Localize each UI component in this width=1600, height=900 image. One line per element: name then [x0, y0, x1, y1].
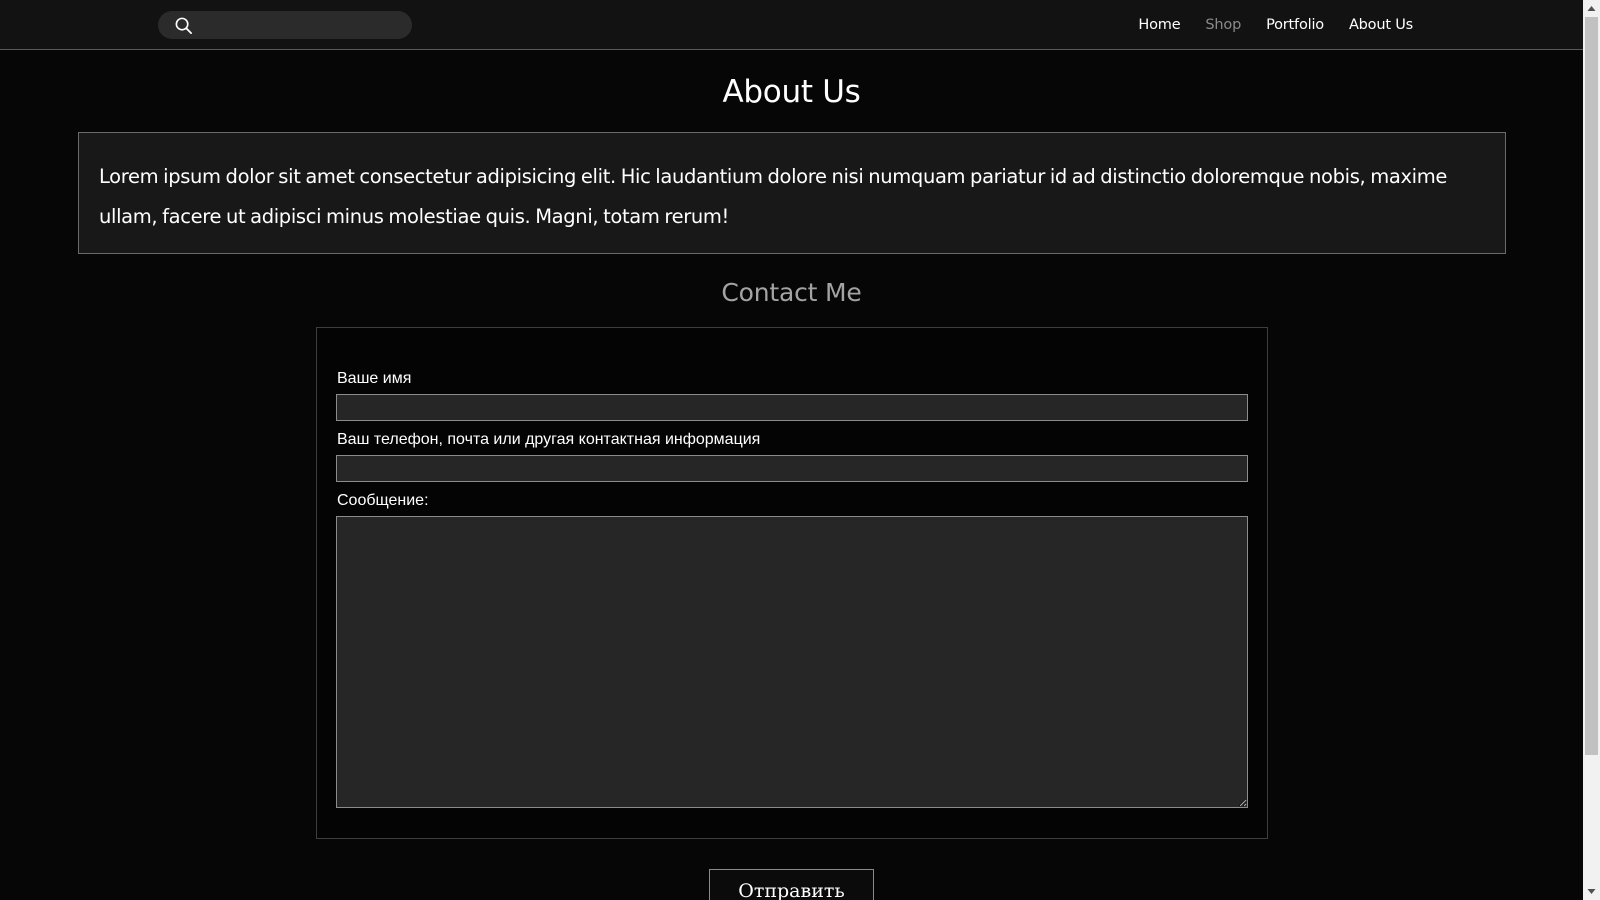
scroll-thumb[interactable]	[1585, 17, 1598, 755]
page: Home Shop Portfolio About Us About Us Lo…	[0, 0, 1583, 900]
main-nav: Home Shop Portfolio About Us	[1138, 0, 1413, 50]
contact-title: Contact Me	[721, 278, 862, 307]
nav-link-about-us[interactable]: About Us	[1349, 17, 1413, 33]
search-input[interactable]	[202, 13, 406, 39]
search-icon[interactable]	[174, 16, 193, 35]
nav-link-home[interactable]: Home	[1138, 17, 1180, 33]
submit-button[interactable]: Отправить	[709, 869, 874, 900]
nav-link-shop[interactable]: Shop	[1205, 17, 1241, 33]
page-title: About Us	[722, 74, 861, 110]
contact-info-field[interactable]	[336, 455, 1248, 482]
scroll-up-arrow-icon[interactable]	[1583, 0, 1600, 17]
about-text: Lorem ipsum dolor sit amet consectetur a…	[99, 165, 1448, 228]
message-label: Сообщение:	[337, 492, 429, 509]
contact-form: Ваше имя Ваш телефон, почта или другая к…	[316, 327, 1268, 839]
contact-info-label: Ваш телефон, почта или другая контактная…	[337, 431, 761, 448]
scroll-down-arrow-icon[interactable]	[1583, 883, 1600, 900]
name-field[interactable]	[336, 394, 1248, 421]
name-label: Ваше имя	[337, 370, 412, 387]
message-field[interactable]	[336, 516, 1248, 808]
vertical-scrollbar[interactable]	[1583, 0, 1600, 900]
nav-link-portfolio[interactable]: Portfolio	[1266, 17, 1324, 33]
search-bar[interactable]	[158, 11, 412, 39]
header: Home Shop Portfolio About Us	[0, 0, 1583, 50]
about-box: Lorem ipsum dolor sit amet consectetur a…	[78, 132, 1506, 254]
